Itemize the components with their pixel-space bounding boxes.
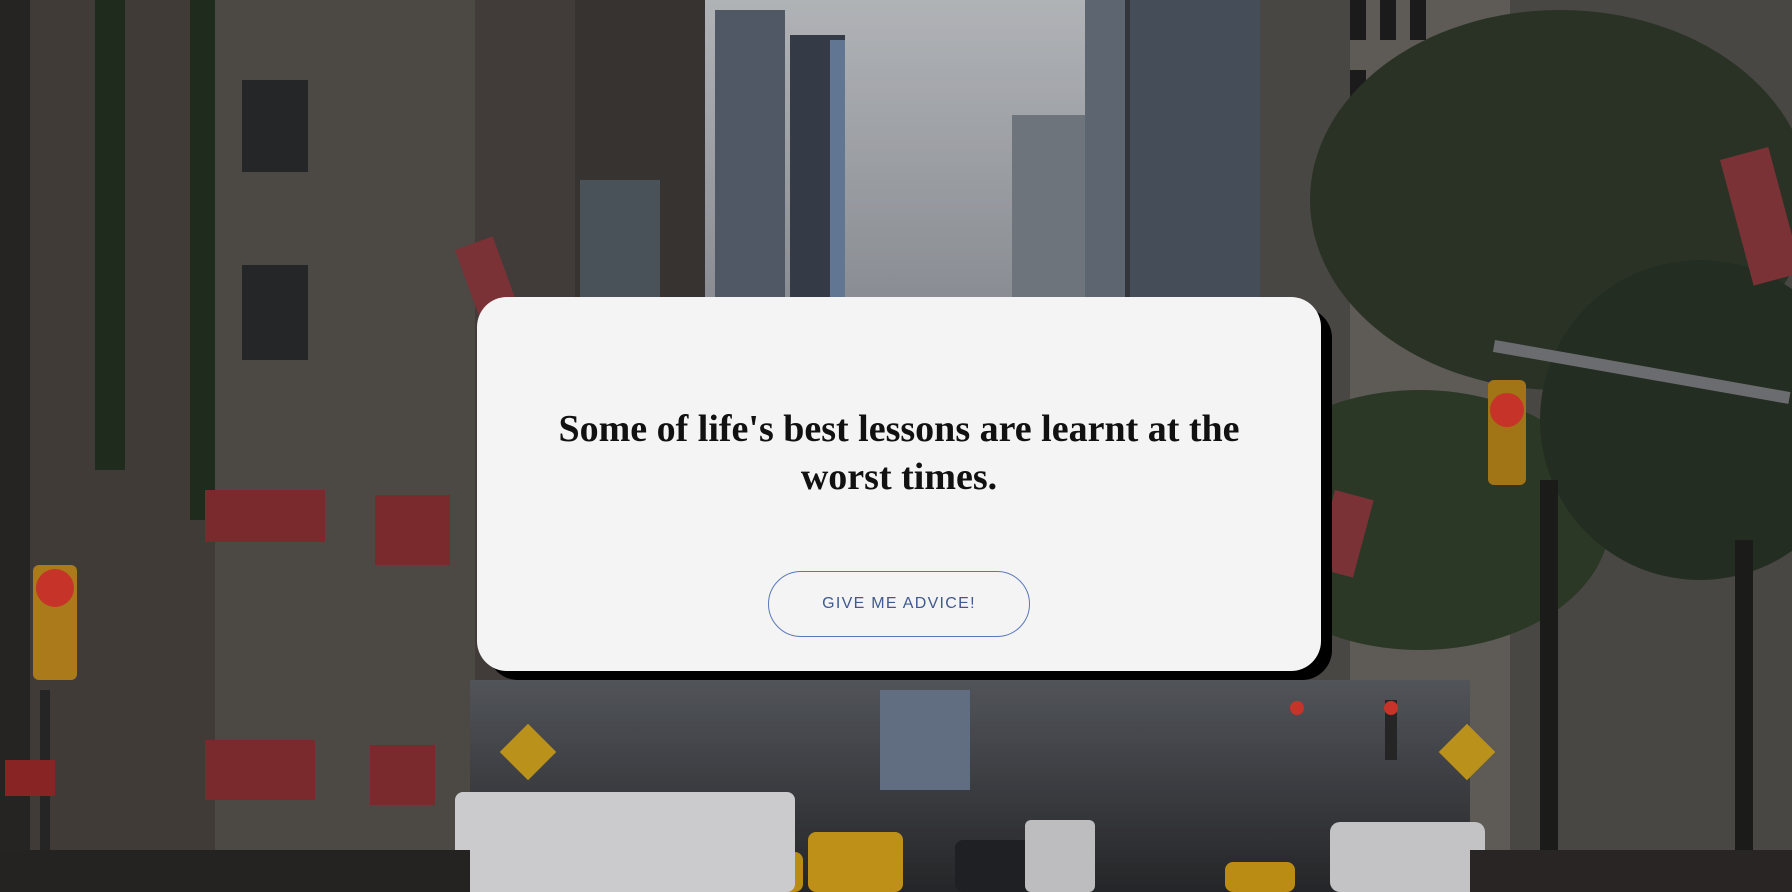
advice-quote: Some of life's best lessons are learnt a… [558, 408, 1240, 498]
advice-page: Some of life's best lessons are learnt a… [0, 0, 1792, 892]
give-advice-button[interactable]: GIVE ME ADVICE! [768, 571, 1030, 637]
advice-card: Some of life's best lessons are learnt a… [477, 297, 1321, 671]
